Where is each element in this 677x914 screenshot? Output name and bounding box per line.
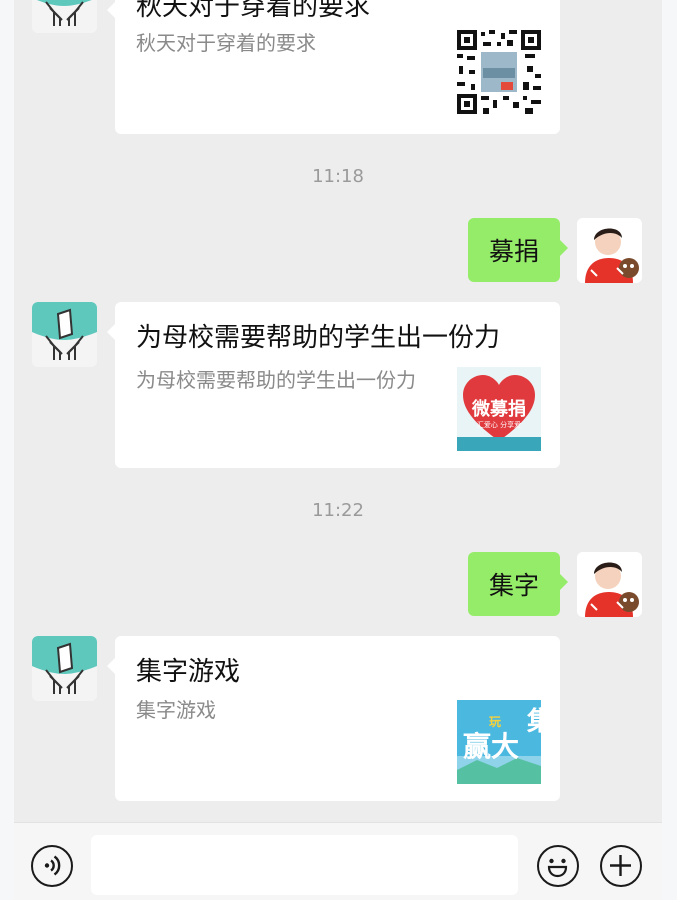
voice-icon[interactable]: [31, 845, 73, 887]
thumb-right: 集: [526, 706, 541, 737]
message-input[interactable]: [91, 835, 518, 895]
game-thumbnail: 赢大 玩 集: [457, 700, 541, 784]
hands-book-icon: [32, 302, 97, 367]
emoji-icon[interactable]: [537, 845, 579, 887]
link-card[interactable]: 秋天对于穿着的要求 秋天对于穿着的要求: [107, 0, 560, 134]
donation-thumbnail: 微募捐 汇爱心 分享爱: [457, 367, 541, 451]
timestamp: 11:22: [312, 500, 364, 521]
thumb-title: 赢大: [463, 730, 519, 763]
card-description: 集字游戏: [136, 698, 216, 722]
timestamp: 11:18: [312, 166, 364, 187]
link-card[interactable]: 集字游戏 集字游戏 赢大 玩 集: [107, 636, 560, 801]
link-card[interactable]: 为母校需要帮助的学生出一份力 为母校需要帮助的学生出一份力 微募捐 汇爱心 分享…: [107, 302, 560, 468]
card-description: 秋天对于穿着的要求: [136, 31, 316, 55]
card-title: 秋天对于穿着的要求: [136, 0, 371, 22]
plus-icon[interactable]: [600, 845, 642, 887]
thumb-small: 玩: [489, 715, 501, 729]
user-avatar[interactable]: [577, 218, 642, 283]
my-message-bubble[interactable]: 募捐: [467, 218, 569, 282]
qr-code-thumbnail: [457, 30, 541, 114]
card-title: 为母校需要帮助的学生出一份力: [136, 323, 501, 353]
service-avatar[interactable]: [32, 0, 97, 33]
my-message-bubble[interactable]: 集字: [467, 552, 569, 616]
bottom-strip: [0, 900, 677, 914]
card-description: 为母校需要帮助的学生出一份力: [136, 368, 416, 392]
hands-book-icon: [32, 0, 97, 33]
hands-book-icon: [32, 636, 97, 701]
service-avatar[interactable]: [32, 302, 97, 367]
left-gutter: [0, 0, 14, 914]
thumb-title: 微募捐: [471, 398, 526, 420]
right-gutter: [662, 0, 677, 914]
card-title: 集字游戏: [136, 657, 241, 687]
service-avatar[interactable]: [32, 636, 97, 701]
thumb-subtitle: 汇爱心 分享爱: [477, 420, 521, 429]
user-avatar[interactable]: [577, 552, 642, 617]
